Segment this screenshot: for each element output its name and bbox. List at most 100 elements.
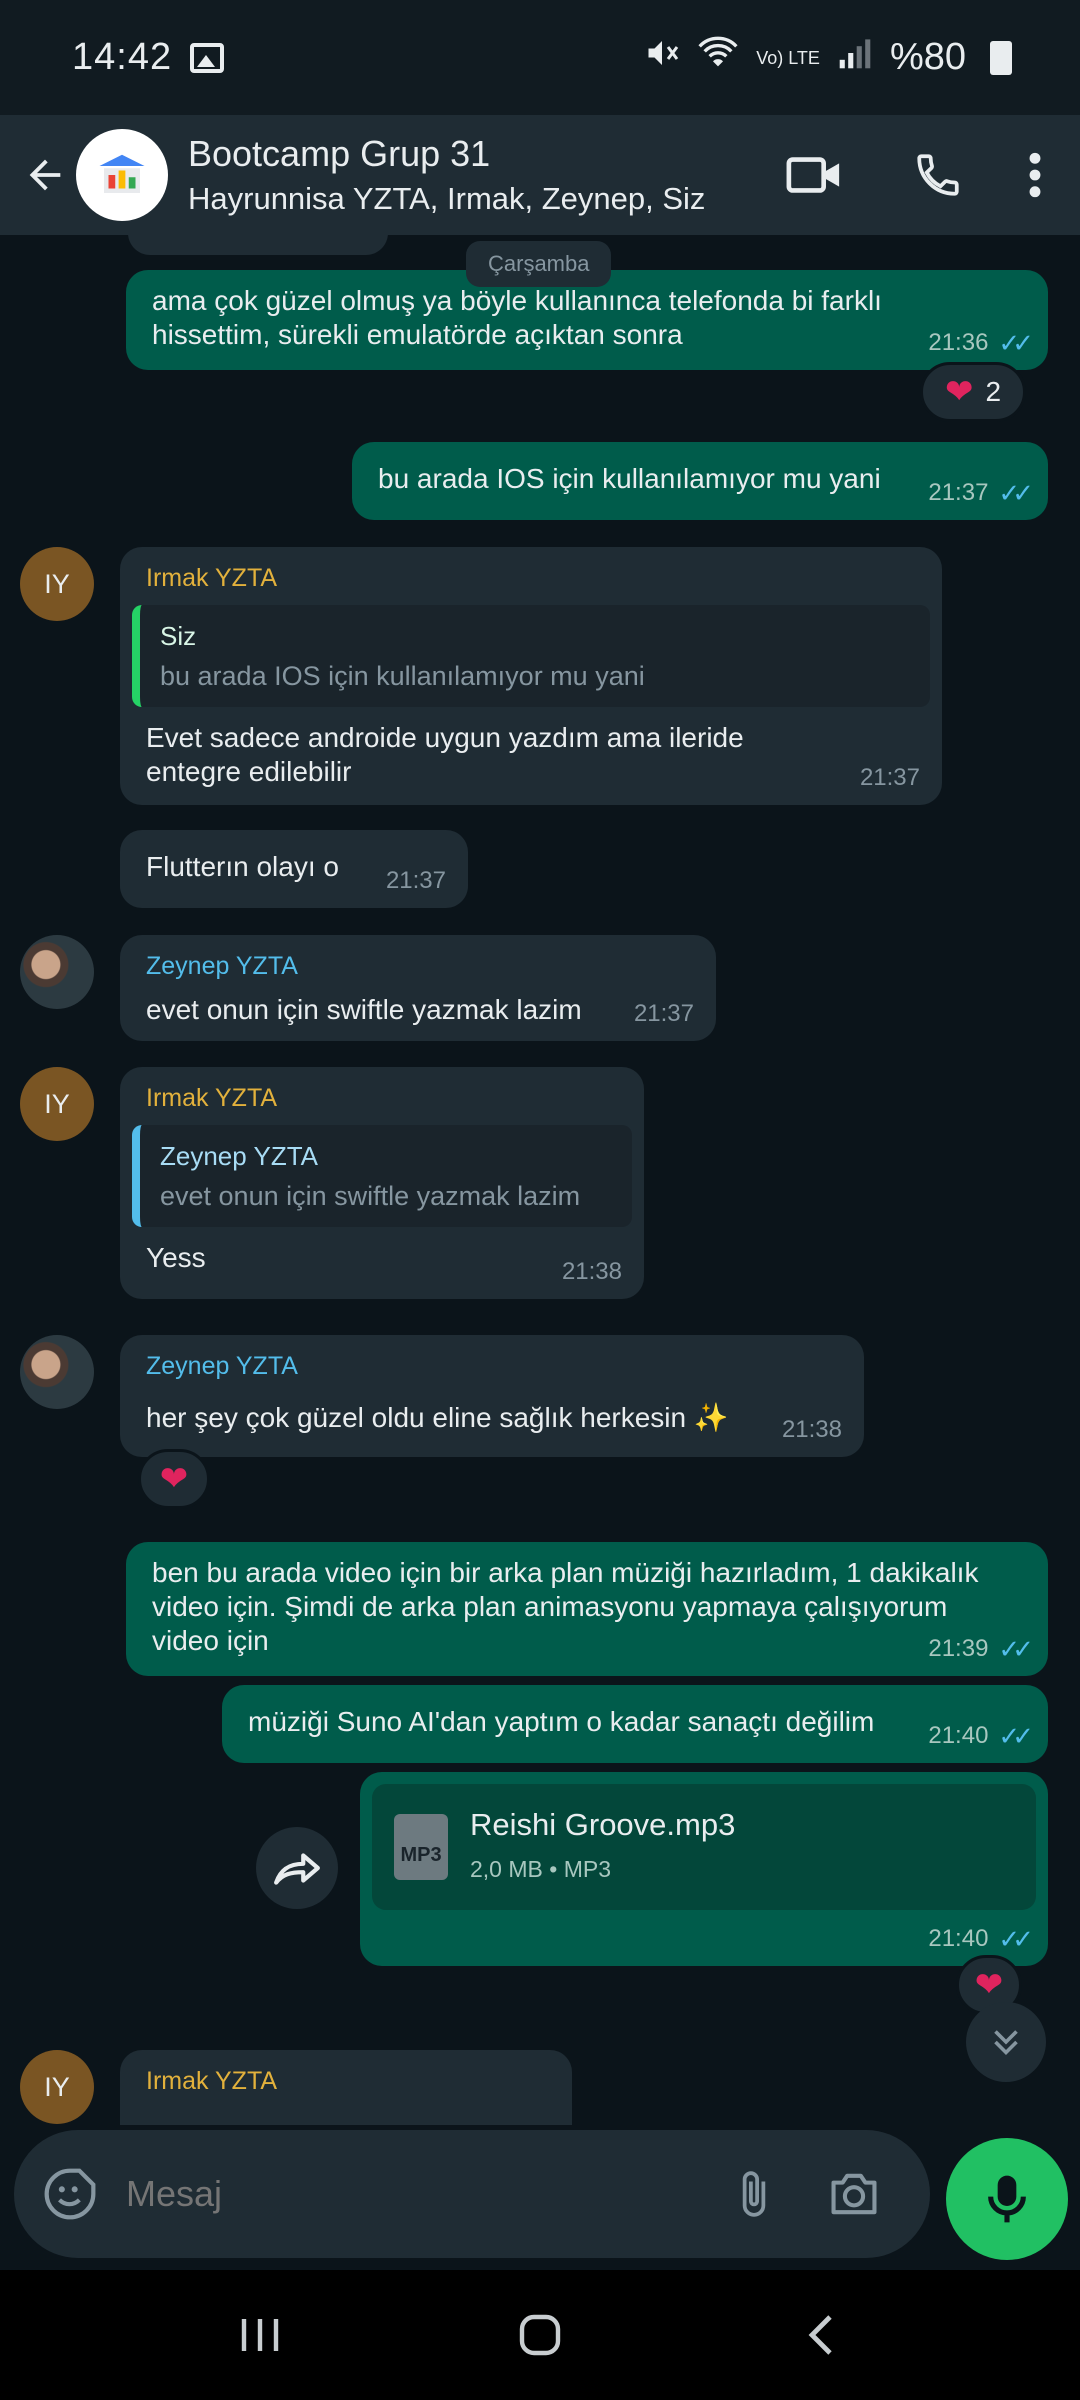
mute-icon	[644, 35, 680, 81]
more-vert-icon	[1029, 152, 1041, 198]
nav-back-button[interactable]	[760, 2285, 880, 2385]
mp3-file-icon: MP3	[394, 1814, 448, 1880]
message-meta: 21:40 ✓✓	[928, 1922, 1034, 1956]
message-meta: 21:39 ✓✓	[928, 1632, 1034, 1666]
message-time: 21:37	[385, 867, 446, 894]
message-compose-bar	[14, 2130, 930, 2258]
message-text: ben bu arada video için bir arka plan mü…	[152, 1557, 979, 1656]
message-meta: 21:38	[782, 1413, 842, 1447]
file-name: Reishi Groove.mp3	[470, 1807, 736, 1842]
sender-name[interactable]: Irmak YZTA	[146, 2064, 546, 2098]
sticker-icon	[44, 2168, 96, 2220]
message-meta: 21:37	[386, 864, 446, 898]
recents-button[interactable]	[200, 2285, 320, 2385]
message-input[interactable]	[126, 2173, 704, 2215]
message-meta: 21:36 ✓✓	[928, 326, 1034, 360]
avatar-irmak[interactable]: IY	[20, 547, 94, 621]
sender-name[interactable]: Zeynep YZTA	[146, 949, 690, 983]
status-time: 14:42	[72, 36, 173, 78]
header-info[interactable]: Bootcamp Grup 31 Hayrunnisa YZTA, Irmak,…	[188, 133, 748, 217]
message-bubble-m4[interactable]: Flutterın olayı o 21:37	[120, 830, 468, 908]
home-icon	[519, 2314, 561, 2356]
video-call-icon	[786, 157, 840, 193]
message-text: evet onun için swiftle yazmak lazim	[146, 994, 582, 1025]
message-time: 21:38	[781, 1416, 842, 1443]
quoted-message[interactable]: Zeynep YZTA evet onun için swiftle yazma…	[132, 1125, 632, 1227]
message-time: 21:37	[928, 479, 989, 506]
avatar-zeynep[interactable]	[20, 1335, 94, 1409]
message-text: müziği Suno AI'dan yaptım o kadar sanaçt…	[248, 1706, 875, 1737]
reaction-badge-m7[interactable]: ❤	[138, 1449, 210, 1509]
voice-record-button[interactable]	[946, 2138, 1068, 2260]
message-bubble-partial[interactable]	[128, 235, 388, 255]
message-time: 21:39	[928, 1635, 989, 1662]
message-time: 21:38	[561, 1258, 622, 1285]
message-time: 21:37	[859, 764, 920, 791]
date-chip: Çarşamba	[466, 241, 612, 287]
battery-text: %80	[889, 36, 966, 78]
message-bubble-m6[interactable]: Irmak YZTA Zeynep YZTA evet onun için sw…	[120, 1067, 644, 1299]
sender-name[interactable]: Zeynep YZTA	[146, 1349, 838, 1383]
quoted-sender: Siz	[160, 621, 197, 651]
group-avatar[interactable]	[76, 129, 168, 221]
message-text: Yess	[146, 1242, 206, 1273]
message-bubble-m10[interactable]: MP3 Reishi Groove.mp3 2,0 MB • MP3 21:40…	[360, 1772, 1048, 1966]
attach-button[interactable]	[704, 2144, 804, 2244]
network-label: Vo) LTE	[756, 47, 820, 68]
file-attachment[interactable]: MP3 Reishi Groove.mp3 2,0 MB • MP3	[372, 1784, 1036, 1910]
avatar-zeynep[interactable]	[20, 935, 94, 1009]
message-text: her şey çok güzel oldu eline sağlık herk…	[146, 1402, 729, 1433]
file-info: 2,0 MB • MP3	[470, 1856, 611, 1882]
message-bubble-m9[interactable]: müziği Suno AI'dan yaptım o kadar sanaçt…	[222, 1685, 1048, 1763]
quoted-text: bu arada IOS için kullanılamıyor mu yani	[160, 661, 645, 691]
message-bubble-m8[interactable]: ben bu arada video için bir arka plan mü…	[126, 1542, 1048, 1676]
message-bubble-m11[interactable]: Irmak YZTA	[120, 2050, 572, 2125]
video-call-button[interactable]	[752, 125, 876, 225]
quoted-message[interactable]: Siz bu arada IOS için kullanılamıyor mu …	[132, 605, 930, 707]
read-ticks-icon: ✓✓	[998, 1634, 1033, 1664]
more-options-button[interactable]	[1000, 125, 1070, 225]
sticker-button[interactable]	[40, 2144, 100, 2244]
message-bubble-m5[interactable]: Zeynep YZTA evet onun için swiftle yazma…	[120, 935, 716, 1041]
forward-button[interactable]	[256, 1827, 338, 1909]
sender-name[interactable]: Irmak YZTA	[132, 561, 930, 595]
reaction-badge-m1[interactable]: ❤ 2	[920, 362, 1026, 422]
message-bubble-m3[interactable]: Irmak YZTA Siz bu arada IOS için kullanı…	[120, 547, 942, 805]
gallery-icon	[190, 42, 225, 73]
wifi-icon	[698, 35, 738, 81]
attach-icon	[742, 2171, 766, 2217]
home-button[interactable]	[480, 2285, 600, 2385]
voice-call-button[interactable]	[876, 125, 1000, 225]
status-icons: Vo) LTE %80	[644, 35, 1012, 81]
back-arrow-icon	[29, 159, 61, 191]
forward-icon	[274, 1853, 320, 1885]
quoted-sender: Zeynep YZTA	[160, 1141, 318, 1171]
message-time: 21:37	[633, 1000, 694, 1027]
heart-icon: ❤	[974, 1966, 1004, 2004]
message-meta: 21:37	[634, 997, 694, 1031]
message-time: 21:36	[928, 329, 989, 356]
message-time: 21:40	[928, 1722, 989, 1749]
avatar-irmak[interactable]: IY	[20, 1067, 94, 1141]
read-ticks-icon: ✓✓	[998, 478, 1033, 508]
double-chevron-down-icon	[994, 2030, 1018, 2056]
nav-back-icon	[808, 2315, 832, 2355]
camera-button[interactable]	[804, 2144, 904, 2244]
group-members: Hayrunnisa YZTA, Irmak, Zeynep, Siz	[188, 181, 706, 216]
read-ticks-icon: ✓✓	[998, 1721, 1033, 1751]
quoted-text: evet onun için swiftle yazmak lazim	[160, 1181, 581, 1211]
message-meta: 21:37 ✓✓	[928, 476, 1034, 510]
chat-area[interactable]: ama çok güzel olmuş ya böyle kullanınca …	[0, 235, 1080, 2125]
chat-header: Bootcamp Grup 31 Hayrunnisa YZTA, Irmak,…	[0, 115, 1080, 235]
avatar-irmak[interactable]: IY	[20, 2050, 94, 2124]
group-title: Bootcamp Grup 31	[188, 133, 491, 174]
read-ticks-icon: ✓✓	[998, 328, 1033, 358]
scroll-to-bottom-button[interactable]	[966, 2002, 1046, 2082]
status-bar: 14:42 Vo) LTE %80	[0, 0, 1080, 115]
message-meta: 21:38	[562, 1255, 622, 1289]
sender-name[interactable]: Irmak YZTA	[132, 1081, 632, 1115]
reaction-count: 2	[985, 376, 1002, 407]
message-bubble-m7[interactable]: Zeynep YZTA her şey çok güzel oldu eline…	[120, 1335, 864, 1457]
signal-icon	[838, 36, 872, 80]
message-bubble-m2[interactable]: bu arada IOS için kullanılamıyor mu yani…	[352, 442, 1048, 520]
